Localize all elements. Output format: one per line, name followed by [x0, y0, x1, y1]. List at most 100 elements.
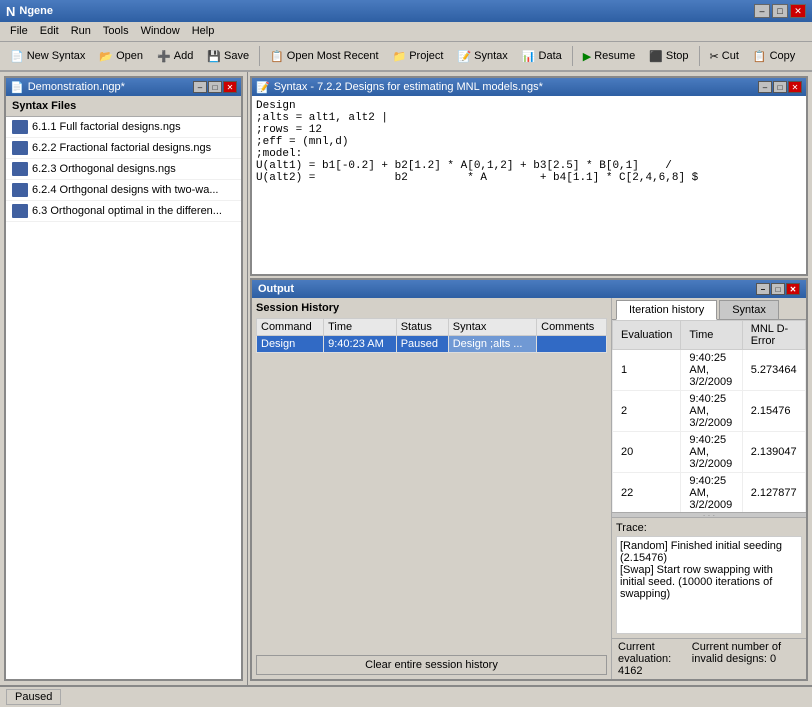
iter-cell-error: 2.127877 [742, 473, 805, 513]
output-minimize[interactable]: – [756, 283, 770, 295]
list-item[interactable]: 6.3 Orthogonal optimal in the differen..… [6, 201, 241, 222]
current-invalid: Current number of invalid designs: 0 [692, 641, 800, 677]
row-comments [537, 336, 607, 353]
iter-cell-time: 9:40:25 AM, 3/2/2009 [681, 432, 742, 473]
file-name: 6.3 Orthogonal optimal in the differen..… [32, 205, 222, 217]
iteration-table-container[interactable]: Evaluation Time MNL D-Error 19:40:25 AM,… [612, 320, 806, 512]
file-icon [12, 141, 28, 155]
trace-label: Trace: [616, 522, 802, 534]
syntax-icon: 📝 [457, 50, 471, 63]
row-status: Paused [396, 336, 448, 353]
output-close[interactable]: ✕ [786, 283, 800, 295]
iter-cell-error: 5.273464 [742, 350, 805, 391]
output-title: Output [258, 283, 294, 295]
resume-button[interactable]: ▶ Resume [577, 44, 641, 68]
clear-session-button[interactable]: Clear entire session history [256, 655, 607, 675]
menu-help[interactable]: Help [186, 24, 221, 39]
copy-button[interactable]: 📋 Copy [747, 44, 801, 68]
trace-content: [Random] Finished initial seeding (2.154… [616, 536, 802, 634]
demo-minimize[interactable]: – [193, 81, 207, 93]
cut-button[interactable]: ✂ Cut [704, 44, 745, 68]
data-button[interactable]: 📊 Data [516, 44, 568, 68]
syntax-title-bar: 📝 Syntax - 7.2.2 Designs for estimating … [252, 78, 806, 96]
current-eval: Current evaluation: 4162 [618, 641, 692, 677]
app-title: Ngene [19, 5, 53, 17]
sep2 [572, 46, 573, 66]
col-syntax: Syntax [448, 319, 536, 336]
syntax-close[interactable]: ✕ [788, 81, 802, 93]
status-bar: Paused [0, 685, 812, 707]
menu-run[interactable]: Run [65, 24, 97, 39]
close-button[interactable]: ✕ [790, 4, 806, 18]
sep3 [699, 46, 700, 66]
demo-window-icon: 📄 [10, 81, 24, 94]
menu-window[interactable]: Window [135, 24, 186, 39]
file-name: 6.2.2 Fractional factorial designs.ngs [32, 142, 211, 154]
open-most-recent-button[interactable]: 📋 Open Most Recent [264, 44, 384, 68]
demo-title-bar: 📄 Demonstration.ngp* – □ ✕ [6, 78, 241, 96]
tab-iteration-history[interactable]: Iteration history [616, 300, 717, 320]
demo-close[interactable]: ✕ [223, 81, 237, 93]
file-name: 6.2.4 Orthgonal designs with two-wa... [32, 184, 218, 196]
main-area: 📄 Demonstration.ngp* – □ ✕ Syntax Files … [0, 72, 812, 685]
open-icon: 📂 [99, 50, 113, 63]
list-item[interactable]: 6.2.3 Orthogonal designs.ngs [6, 159, 241, 180]
output-maximize[interactable]: □ [771, 283, 785, 295]
syntax-minimize[interactable]: – [758, 81, 772, 93]
output-title-bar: Output – □ ✕ [252, 280, 806, 298]
menu-file[interactable]: File [4, 24, 34, 39]
save-button[interactable]: 💾 Save [201, 44, 255, 68]
iter-cell-error: 2.15476 [742, 391, 805, 432]
list-item[interactable]: 6.1.1 Full factorial designs.ngs [6, 117, 241, 138]
new-syntax-icon: 📄 [10, 50, 24, 63]
output-window: Output – □ ✕ Session History Command [250, 278, 808, 681]
syntax-button[interactable]: 📝 Syntax [451, 44, 513, 68]
table-row[interactable]: 19:40:25 AM, 3/2/20095.273464 [613, 350, 806, 391]
row-syntax: Design ;alts ... [448, 336, 536, 353]
save-icon: 💾 [207, 50, 221, 63]
menu-bar: File Edit Run Tools Window Help [0, 22, 812, 42]
demo-maximize[interactable]: □ [208, 81, 222, 93]
recent-icon: 📋 [270, 50, 284, 63]
menu-edit[interactable]: Edit [34, 24, 65, 39]
new-syntax-button[interactable]: 📄 New Syntax [4, 44, 91, 68]
syntax-files-list: 6.1.1 Full factorial designs.ngs 6.2.2 F… [6, 117, 241, 679]
session-history-panel: Session History Command Time Status Synt… [252, 298, 612, 679]
file-name: 6.1.1 Full factorial designs.ngs [32, 121, 181, 133]
col-comments: Comments [537, 319, 607, 336]
file-name: 6.2.3 Orthogonal designs.ngs [32, 163, 176, 175]
table-row[interactable]: 209:40:25 AM, 3/2/20092.139047 [613, 432, 806, 473]
menu-tools[interactable]: Tools [97, 24, 135, 39]
project-button[interactable]: 📁 Project [387, 44, 450, 68]
tab-syntax[interactable]: Syntax [719, 300, 779, 319]
iter-col-eval: Evaluation [613, 321, 681, 350]
trace-line: [Random] Finished initial seeding (2.154… [620, 540, 798, 564]
add-button[interactable]: ➕ Add [151, 44, 199, 68]
iter-col-error: MNL D-Error [742, 321, 805, 350]
iter-cell-eval: 20 [613, 432, 681, 473]
syntax-maximize[interactable]: □ [773, 81, 787, 93]
copy-icon: 📋 [753, 50, 767, 63]
list-item[interactable]: 6.2.2 Fractional factorial designs.ngs [6, 138, 241, 159]
iter-cell-eval: 22 [613, 473, 681, 513]
iter-cell-error: 2.139047 [742, 432, 805, 473]
open-button[interactable]: 📂 Open [93, 44, 149, 68]
maximize-button[interactable]: □ [772, 4, 788, 18]
table-row[interactable]: 29:40:25 AM, 3/2/20092.15476 [613, 391, 806, 432]
minimize-button[interactable]: – [754, 4, 770, 18]
iter-cell-time: 9:40:25 AM, 3/2/2009 [681, 350, 742, 391]
file-icon [12, 204, 28, 218]
syntax-editor[interactable]: Design ;alts = alt1, alt2 | ;rows = 12 ;… [252, 96, 806, 274]
trace-line: [Swap] Start row swapping with initial s… [620, 564, 798, 600]
status-panel: Paused [6, 689, 61, 705]
table-row[interactable]: Design 9:40:23 AM Paused Design ;alts ..… [257, 336, 607, 353]
iter-cell-time: 9:40:25 AM, 3/2/2009 [681, 391, 742, 432]
status-text: Paused [15, 691, 52, 703]
demo-title: Demonstration.ngp* [28, 81, 125, 93]
app-icon: N [6, 4, 15, 19]
output-status-bar: Current evaluation: 4162 Current number … [612, 638, 806, 679]
table-row[interactable]: 229:40:25 AM, 3/2/20092.127877 [613, 473, 806, 513]
stop-button[interactable]: ⬛ Stop [643, 44, 694, 68]
list-item[interactable]: 6.2.4 Orthgonal designs with two-wa... [6, 180, 241, 201]
file-icon [12, 183, 28, 197]
